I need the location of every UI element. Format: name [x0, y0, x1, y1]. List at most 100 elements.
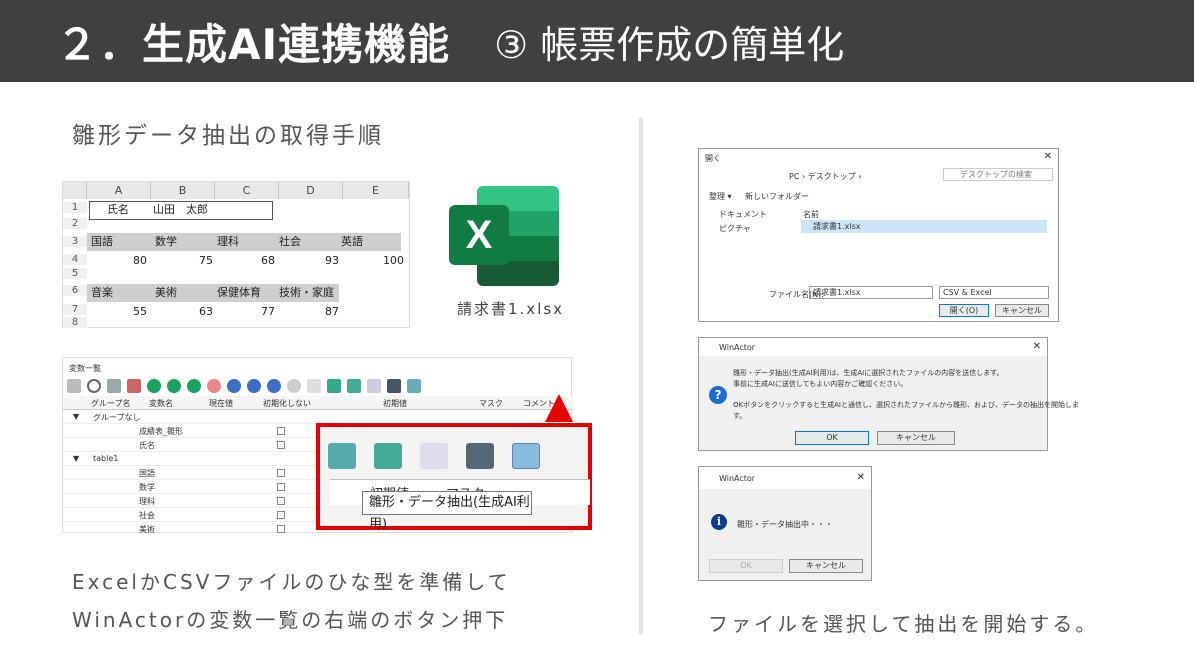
file-item[interactable]: 請求書1.xlsx — [801, 220, 1047, 233]
file-label: 請求書1.xlsx — [457, 300, 565, 318]
score-cell: 75 — [199, 254, 213, 267]
cancel-button[interactable]: キャンセル — [995, 304, 1049, 317]
highlight-arrow — [545, 394, 573, 422]
subject-cell: 技術・家庭 — [279, 286, 334, 299]
ok-button[interactable]: OK — [795, 431, 869, 445]
open-dialog-title: 開く — [705, 154, 721, 163]
delete-variable-icon[interactable] — [127, 379, 141, 393]
score-cell: 68 — [261, 254, 275, 267]
zoom-arrow-icon[interactable] — [328, 443, 356, 469]
info-icon: i — [711, 514, 727, 530]
subject-cell: 音楽 — [91, 286, 113, 299]
remove-icon[interactable] — [207, 379, 221, 393]
confirm-line-1: 雛形・データ抽出(生成AI利用)は、生成AIに選択されたファイルの内容を送信しま… — [733, 369, 1004, 377]
excel-sheet: A B C D E 1 2 3 4 5 6 7 8 氏名 山田 太郎 国語 数学… — [62, 181, 410, 328]
row-number: 4 — [63, 254, 87, 265]
row-number: 1 — [63, 202, 87, 213]
variable-toolbar — [67, 376, 421, 396]
slide-title: ２．生成AI連携機能 — [56, 19, 451, 69]
row-number: 7 — [63, 304, 87, 315]
address-bar[interactable]: PC › デスクトップ › — [789, 171, 861, 182]
confirm-line-2: 事前に生成AIに送信してもよい内容かご確認ください。 — [733, 380, 908, 388]
check-icon[interactable] — [307, 379, 321, 393]
variable-list-title: 変数一覧 — [69, 364, 101, 373]
close-icon[interactable]: ✕ — [1044, 151, 1052, 162]
col-header: C — [215, 182, 279, 199]
row-number: 6 — [63, 285, 87, 296]
col-mask: マスク — [479, 399, 503, 408]
caption-line-1: ExcelかCSVファイルのひな型を準備して — [72, 570, 511, 594]
col-header: A — [87, 182, 151, 199]
cancel-button[interactable]: キャンセル — [789, 559, 863, 573]
export-icon[interactable] — [367, 379, 381, 393]
zoom-filter-icon[interactable] — [374, 443, 402, 469]
table-row[interactable]: ▼ グループなし — [63, 410, 573, 424]
subject-cell: 数学 — [155, 235, 177, 248]
subject-cell: 社会 — [279, 235, 301, 248]
nav-item-pictures[interactable]: ピクチャ — [719, 223, 751, 234]
close-icon[interactable]: ✕ — [857, 472, 865, 483]
excel-x-glyph: X — [449, 205, 509, 265]
score-cell: 77 — [261, 305, 275, 318]
row-number: 3 — [63, 236, 87, 247]
score-cell: 93 — [325, 254, 339, 267]
name-column[interactable]: 名前 — [803, 209, 819, 220]
file-type-select[interactable]: CSV & Excel (*.csv;*.xls;*.xlsx;*.xl — [939, 286, 1049, 299]
score-cell: 80 — [133, 254, 147, 267]
progress-message: 雛形・データ抽出中・・・ — [737, 520, 833, 529]
cancel-button[interactable]: キャンセル — [877, 431, 955, 445]
left-heading: 雛形データ抽出の取得手順 — [72, 123, 384, 149]
right-caption: ファイルを選択して抽出を開始する。 — [708, 612, 1099, 636]
confirm-line-4: す。 — [733, 412, 747, 420]
subject-cell: 英語 — [341, 235, 363, 248]
organize-button[interactable]: 整理 ▾ — [709, 191, 732, 202]
search-icon[interactable] — [87, 379, 101, 393]
tooltip: 雛形・データ抽出(生成AI利用) — [362, 491, 532, 532]
add-group-icon[interactable] — [227, 379, 241, 393]
confirm-dialog: WinActor ✕ ? 雛形・データ抽出(生成AI利用)は、生成AIに選択され… — [698, 337, 1079, 451]
filter-icon[interactable] — [347, 379, 361, 393]
subject-cell: 国語 — [91, 235, 113, 248]
score-cell: 55 — [133, 305, 147, 318]
group-remove-icon[interactable] — [287, 379, 301, 393]
add-icon[interactable] — [147, 379, 161, 393]
new-folder-button[interactable]: 新しいフォルダー — [745, 191, 809, 202]
excel-logo-icon: X — [449, 186, 559, 286]
down-icon[interactable] — [187, 379, 201, 393]
zoom-export-icon[interactable] — [420, 443, 448, 469]
row-number: 2 — [63, 218, 87, 229]
group-up-icon[interactable] — [247, 379, 261, 393]
name-label: 氏名 — [107, 203, 129, 216]
question-icon: ? — [709, 386, 727, 404]
col-initial: 初期値 — [383, 399, 407, 408]
variable-list-header: グループ名 変数名 現在値 初期化しない 初期値 マスク コメント — [63, 396, 573, 410]
col-group: グループ名 — [91, 399, 131, 408]
subject-cell: 保健体育 — [217, 286, 261, 299]
progress-dialog: WinActor ✕ i 雛形・データ抽出中・・・ OK キャンセル — [698, 466, 872, 581]
slide-subtitle: ③ 帳票作成の簡単化 — [494, 22, 845, 67]
score-cell: 100 — [383, 254, 404, 267]
file-name-input[interactable]: 請求書1.xlsx — [809, 286, 933, 299]
progress-dialog-title: WinActor — [719, 474, 756, 483]
group-down-icon[interactable] — [267, 379, 281, 393]
close-icon[interactable]: ✕ — [1033, 341, 1041, 352]
template-extract-icon[interactable] — [407, 379, 421, 393]
name-value: 山田 太郎 — [153, 203, 208, 216]
paint-icon[interactable] — [387, 379, 401, 393]
search-input[interactable]: デスクトップの検索 — [943, 168, 1053, 181]
nav-item-documents[interactable]: ドキュメント — [719, 209, 767, 220]
ok-button[interactable]: OK — [709, 559, 783, 573]
table-icon[interactable] — [67, 379, 81, 393]
score-cell: 63 — [199, 305, 213, 318]
import-icon[interactable] — [107, 379, 121, 393]
arrow-icon[interactable] — [327, 379, 341, 393]
subject-cell: 美術 — [155, 286, 177, 299]
up-icon[interactable] — [167, 379, 181, 393]
zoom-paint-icon[interactable] — [466, 443, 494, 469]
col-variable: 変数名 — [149, 399, 173, 408]
zoom-template-extract-icon[interactable] — [512, 443, 540, 469]
caption-line-2: WinActorの変数一覧の右端のボタン押下 — [72, 608, 509, 632]
open-button[interactable]: 開く(O) — [939, 304, 989, 317]
col-header: E — [343, 182, 409, 199]
col-current: 現在値 — [209, 399, 233, 408]
